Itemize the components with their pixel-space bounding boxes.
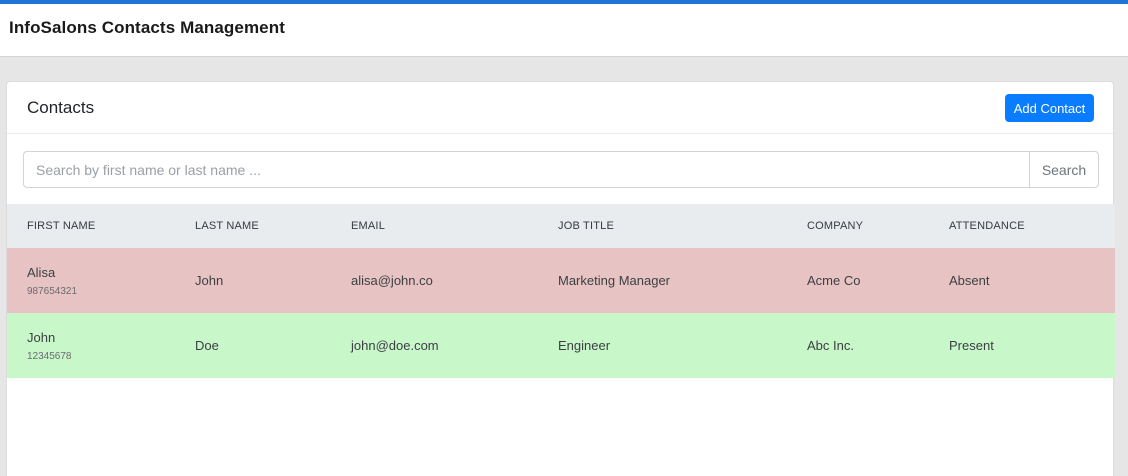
phone-number: 12345678	[27, 350, 72, 362]
app-title: InfoSalons Contacts Management	[9, 18, 285, 37]
table-row[interactable]: John 12345678 Doe john@doe.com Engineer …	[7, 313, 1115, 378]
column-header-job-title: JOB TITLE	[558, 220, 614, 232]
cell-job-title: Engineer	[558, 338, 611, 353]
search-input[interactable]	[23, 151, 1029, 188]
table-row[interactable]: Alisa 987654321 John alisa@john.co Marke…	[7, 248, 1115, 313]
cell-attendance: Absent	[949, 273, 990, 288]
cell-email: alisa@john.co	[351, 273, 433, 288]
contacts-table: FIRST NAME LAST NAME EMAIL JOB TITLE COM…	[7, 204, 1115, 378]
column-header-email: EMAIL	[351, 220, 386, 232]
cell-company: Abc Inc.	[807, 338, 854, 353]
column-header-attendance: ATTENDANCE	[949, 220, 1025, 232]
first-name: John	[27, 329, 56, 345]
cell-first-name: John 12345678	[7, 313, 175, 378]
card-header: Contacts Add Contact	[7, 82, 1113, 134]
cell-email: john@doe.com	[351, 338, 439, 353]
top-navbar: InfoSalons Contacts Management	[0, 0, 1128, 57]
column-header-last-name: LAST NAME	[195, 220, 259, 232]
column-header-first-name: FIRST NAME	[27, 220, 96, 232]
first-name: Alisa	[27, 264, 56, 280]
search-button[interactable]: Search	[1029, 151, 1099, 188]
cell-first-name: Alisa 987654321	[7, 248, 175, 313]
cell-last-name: Doe	[195, 338, 219, 353]
table-header-row: FIRST NAME LAST NAME EMAIL JOB TITLE COM…	[7, 204, 1115, 248]
contacts-card: Contacts Add Contact Search FIRST NAME L…	[6, 81, 1115, 476]
column-header-company: COMPANY	[807, 220, 864, 232]
card-title: Contacts	[27, 98, 95, 117]
cell-job-title: Marketing Manager	[558, 273, 670, 288]
add-contact-button[interactable]: Add Contact	[1005, 94, 1094, 122]
search-group: Search	[23, 151, 1099, 188]
cell-company: Acme Co	[807, 273, 861, 288]
phone-number: 987654321	[27, 285, 78, 297]
cell-last-name: John	[195, 273, 224, 288]
cell-attendance: Present	[949, 338, 994, 353]
